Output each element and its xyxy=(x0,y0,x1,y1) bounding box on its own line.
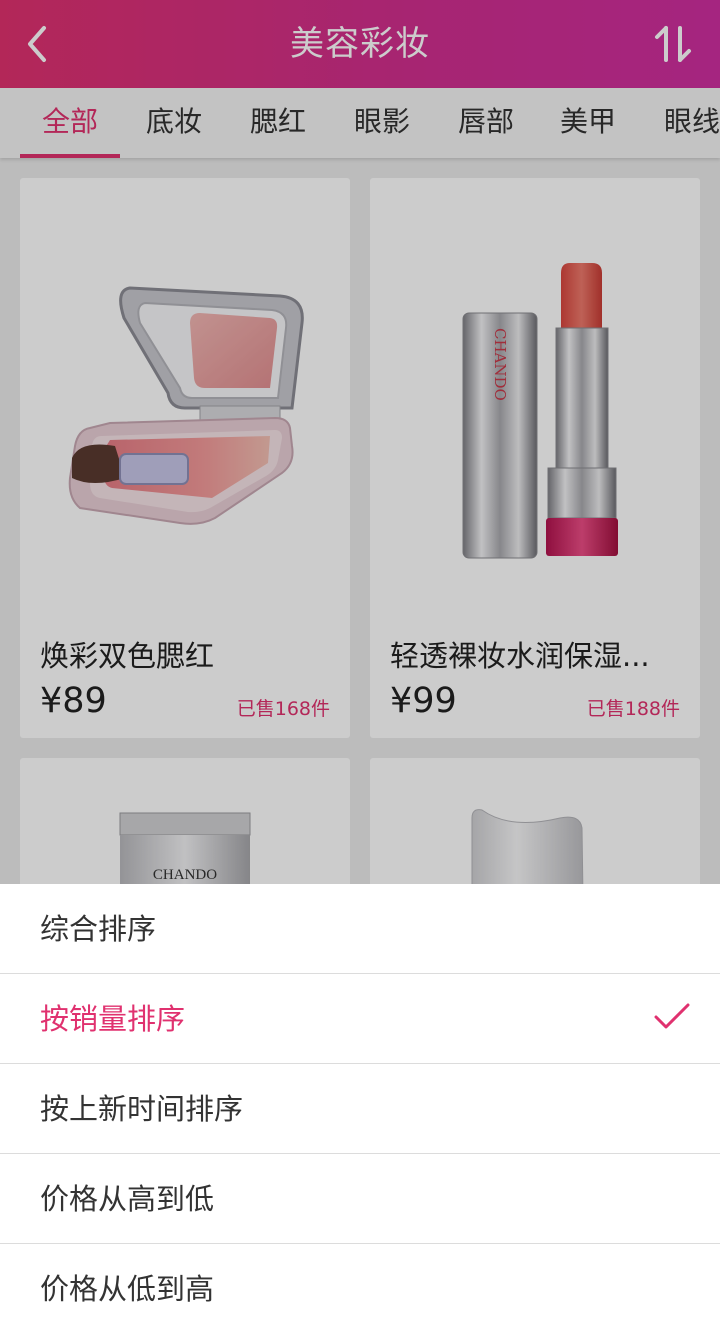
sort-options-sheet: 综合排序 按销量排序 按上新时间排序 价格从高到低 价格从低到高 xyxy=(0,884,720,1334)
sort-option-price-desc[interactable]: 价格从高到低 xyxy=(0,1154,720,1244)
checkmark-icon xyxy=(654,1003,690,1029)
sort-option-comprehensive[interactable]: 综合排序 xyxy=(0,884,720,974)
sort-option-newest[interactable]: 按上新时间排序 xyxy=(0,1064,720,1154)
dim-overlay[interactable] xyxy=(0,0,720,884)
sort-option-label: 价格从低到高 xyxy=(40,1272,215,1306)
sort-option-label: 按销量排序 xyxy=(40,1002,186,1036)
sort-option-price-asc[interactable]: 价格从低到高 xyxy=(0,1244,720,1334)
sort-option-sales[interactable]: 按销量排序 xyxy=(0,974,720,1064)
sort-option-label: 综合排序 xyxy=(40,912,157,946)
sort-option-label: 价格从高到低 xyxy=(40,1182,215,1216)
sort-option-label: 按上新时间排序 xyxy=(40,1092,244,1126)
